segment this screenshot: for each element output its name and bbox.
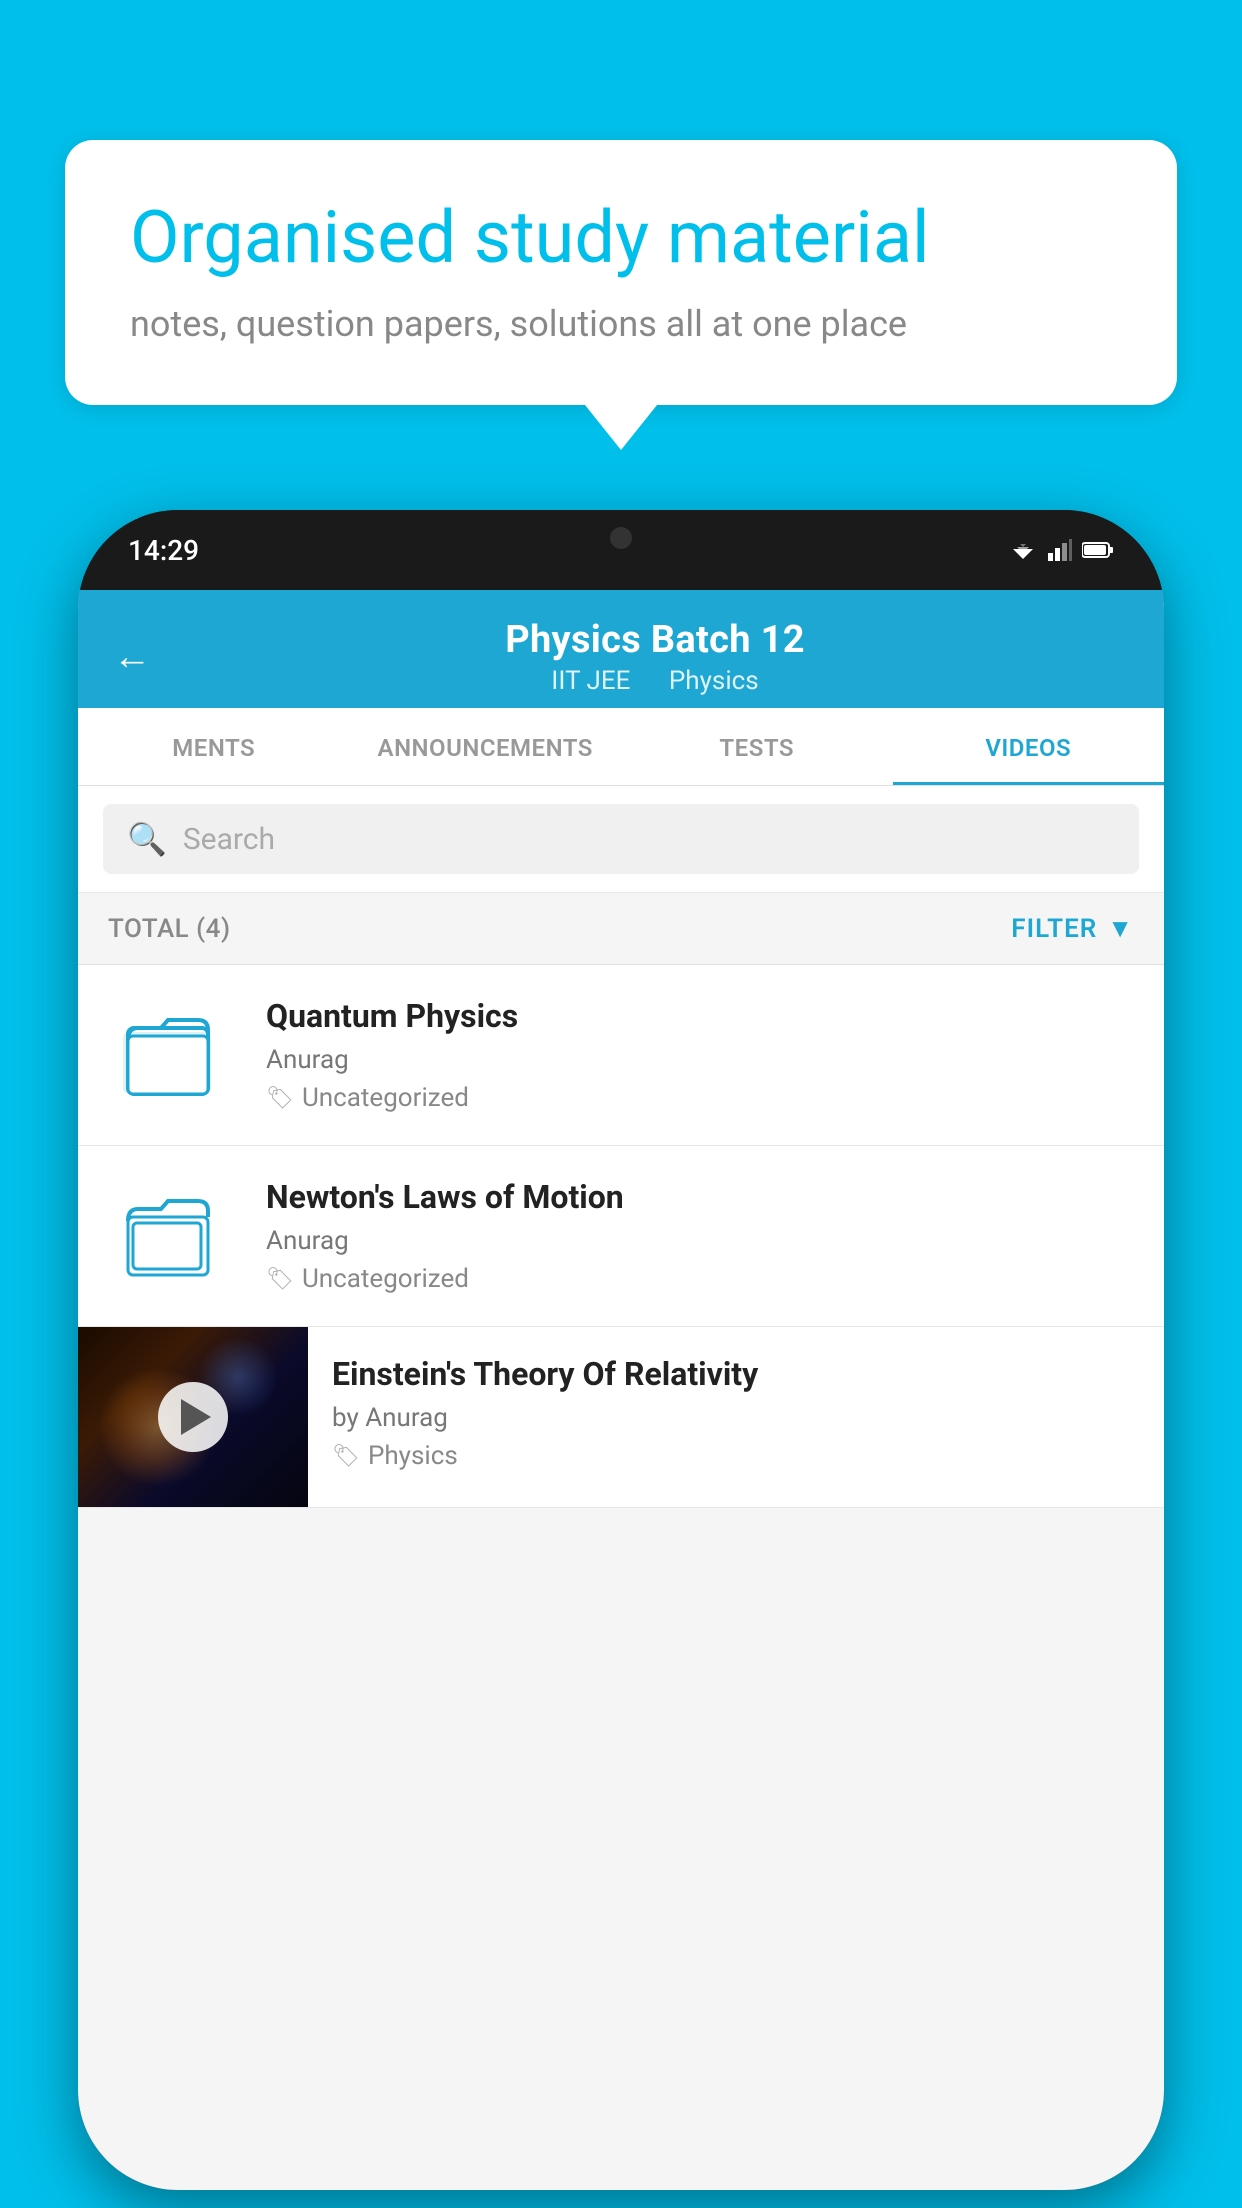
signal-icon — [1048, 539, 1072, 561]
folder-icon-1 — [123, 1010, 223, 1100]
search-input[interactable]: Search — [183, 822, 275, 857]
einstein-title: Einstein's Theory Of Relativity — [332, 1355, 1140, 1393]
filter-label: FILTER — [1011, 914, 1097, 944]
battery-icon — [1082, 541, 1114, 559]
status-icons — [1008, 539, 1114, 561]
camera-dot — [610, 527, 632, 549]
batch-subtitle: IIT JEE Physics — [181, 666, 1129, 696]
folder-icon-2 — [123, 1191, 223, 1281]
tag-label-3: Physics — [368, 1441, 458, 1471]
subtitle-physics: Physics — [669, 666, 759, 696]
list-item[interactable]: Newton's Laws of Motion Anurag 🏷 Uncateg… — [78, 1146, 1164, 1327]
list-item[interactable]: Einstein's Theory Of Relativity by Anura… — [78, 1327, 1164, 1508]
speech-bubble-title: Organised study material — [130, 195, 1112, 281]
video-title-2: Newton's Laws of Motion — [266, 1178, 1134, 1216]
phone-frame: 14:29 — [78, 510, 1164, 2190]
tag-label-2: Uncategorized — [302, 1264, 469, 1294]
back-button[interactable]: ← — [113, 635, 151, 679]
video-author-2: Anurag — [266, 1226, 1134, 1256]
list-item[interactable]: Quantum Physics Anurag 🏷 Uncategorized — [78, 965, 1164, 1146]
phone-status-bar: 14:29 — [78, 510, 1164, 590]
total-count: TOTAL (4) — [108, 914, 231, 944]
folder-thumb-1 — [108, 1000, 238, 1110]
play-triangle-icon — [181, 1399, 211, 1435]
einstein-tag: 🏷 Physics — [332, 1441, 1140, 1471]
tab-ments[interactable]: MENTS — [78, 708, 350, 785]
app-header: ← Physics Batch 12 IIT JEE Physics MENTS… — [78, 590, 1164, 786]
folder-thumb-2 — [108, 1181, 238, 1291]
filter-button[interactable]: FILTER ▼ — [1011, 913, 1134, 944]
batch-title: Physics Batch 12 — [181, 618, 1129, 662]
phone-time: 14:29 — [128, 534, 199, 567]
filter-icon: ▼ — [1107, 913, 1134, 944]
tag-icon-1: 🏷 — [266, 1086, 294, 1111]
video-tag-1: 🏷 Uncategorized — [266, 1083, 1134, 1113]
filter-bar: TOTAL (4) FILTER ▼ — [78, 893, 1164, 965]
tag-label-1: Uncategorized — [302, 1083, 469, 1113]
tab-videos[interactable]: VIDEOS — [893, 708, 1165, 785]
video-list: Quantum Physics Anurag 🏷 Uncategorized — [78, 965, 1164, 1508]
speech-bubble-subtitle: notes, question papers, solutions all at… — [130, 303, 1112, 345]
tab-bar: MENTS ANNOUNCEMENTS TESTS VIDEOS — [78, 708, 1164, 786]
wifi-icon — [1008, 539, 1038, 561]
tab-tests[interactable]: TESTS — [621, 708, 893, 785]
video-tag-2: 🏷 Uncategorized — [266, 1264, 1134, 1294]
phone-notch — [531, 510, 711, 565]
play-button[interactable] — [158, 1382, 228, 1452]
tag-icon-3: 🏷 — [332, 1444, 360, 1469]
tag-icon-2: 🏷 — [266, 1267, 294, 1292]
video-info-2: Newton's Laws of Motion Anurag 🏷 Uncateg… — [266, 1178, 1134, 1294]
speech-bubble: Organised study material notes, question… — [65, 140, 1177, 405]
video-title-1: Quantum Physics — [266, 997, 1134, 1035]
einstein-info: Einstein's Theory Of Relativity by Anura… — [308, 1327, 1164, 1499]
subtitle-iitjee: IIT JEE — [551, 666, 630, 696]
search-icon: 🔍 — [127, 820, 167, 858]
video-info-1: Quantum Physics Anurag 🏷 Uncategorized — [266, 997, 1134, 1113]
search-bar[interactable]: 🔍 Search — [103, 804, 1139, 874]
video-author-1: Anurag — [266, 1045, 1134, 1075]
einstein-thumb — [78, 1327, 308, 1507]
phone-screen: ← Physics Batch 12 IIT JEE Physics MENTS… — [78, 590, 1164, 2190]
tab-announcements[interactable]: ANNOUNCEMENTS — [350, 708, 622, 785]
einstein-author: by Anurag — [332, 1403, 1140, 1433]
header-title-block: Physics Batch 12 IIT JEE Physics — [181, 618, 1129, 696]
search-bar-wrap: 🔍 Search — [78, 786, 1164, 893]
